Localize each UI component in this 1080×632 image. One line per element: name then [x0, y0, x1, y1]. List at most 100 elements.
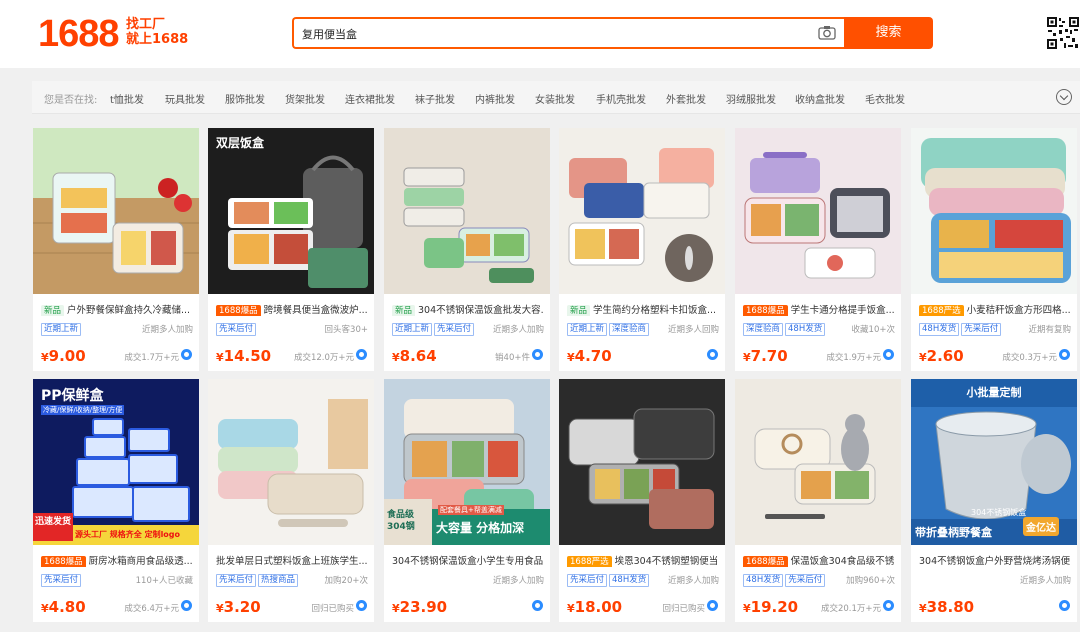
site-logo[interactable]: 1688	[38, 14, 120, 54]
product-card[interactable]: 新品 学生简约分格塑料卡扣饭盒... 近期上新 深度验商 近期多人回购 ¥4.70	[559, 128, 725, 371]
search-button[interactable]: 搜索	[844, 17, 933, 49]
product-title[interactable]: 304不锈钢保温饭盒小学生专用食品...	[392, 556, 544, 567]
product-card[interactable]: 1688爆品 保温饭盒304食品级不锈... 48H发货 先采后付 加购960+次 ¥…	[735, 379, 901, 622]
product-image[interactable]	[208, 379, 374, 545]
suggestion-item[interactable]: t恤批发	[110, 91, 144, 106]
product-card[interactable]: PP保鲜盒 冷藏/保鲜/收纳/整理/方便 迅速发货 源头工厂 规格齐全 定制lo…	[33, 379, 199, 622]
product-image[interactable]: 小批量定制 304不锈钢饭盒 带折叠柄野餐盒 金亿达	[911, 379, 1077, 545]
price-value: 9.00	[48, 347, 86, 365]
product-title-row[interactable]: 304不锈钢保温饭盒小学生专用食品...	[392, 553, 544, 567]
service-row: 先采后付 回头客30+	[216, 323, 368, 336]
search-input[interactable]: 复用便当盒	[292, 17, 844, 49]
product-card[interactable]: 批发单层日式塑料饭盒上班族学生... 先采后付 热搜商品 加购20+次 ¥3.20 …	[208, 379, 374, 622]
currency-symbol: ¥	[919, 351, 927, 364]
product-image[interactable]: 双层饭盒	[208, 128, 374, 294]
currency-symbol: ¥	[41, 351, 49, 364]
service-row: 48H发货 先采后付 加购960+次	[743, 574, 895, 587]
product-image[interactable]	[33, 128, 199, 294]
assistant-icon[interactable]	[883, 349, 894, 360]
suggestion-item[interactable]: 毛衣批发	[865, 91, 905, 106]
suggestion-item[interactable]: 羽绒服批发	[726, 91, 776, 106]
product-title-row[interactable]: 批发单层日式塑料饭盒上班族学生...	[216, 553, 368, 567]
suggestion-item[interactable]: 袜子批发	[415, 91, 455, 106]
product-image[interactable]	[559, 128, 725, 294]
product-title-row[interactable]: 新品 户外野餐保鲜盒持久冷藏储...	[41, 302, 193, 316]
product-title[interactable]: 小麦秸秆饭盒方形四格...	[967, 305, 1071, 316]
assistant-icon[interactable]	[356, 600, 367, 611]
camera-icon[interactable]	[818, 25, 836, 40]
product-badge: 1688严选	[567, 556, 612, 567]
product-title-row[interactable]: 新品 304不锈钢保温饭盒批发大容...	[392, 302, 544, 316]
product-badge: 1688爆品	[41, 556, 86, 567]
product-title-row[interactable]: 1688爆品 学生卡通分格提手饭盒...	[743, 302, 895, 316]
product-image[interactable]: PP保鲜盒 冷藏/保鲜/收纳/整理/方便 迅速发货 源头工厂 规格齐全 定制lo…	[33, 379, 199, 545]
slogan-line-1: 找工厂	[126, 17, 166, 32]
product-card[interactable]: 双层饭盒 1688爆品 跨境餐具便当盒微波炉... 先采后付 回头客30+ ¥14.…	[208, 128, 374, 371]
assistant-icon[interactable]	[532, 600, 543, 611]
sales-volume: 成交1.7万+元	[124, 353, 179, 363]
service-row: 先采后付 48H发货 近期多人加购	[567, 574, 719, 587]
price-value: 14.50	[223, 347, 272, 365]
product-card[interactable]: 新品 304不锈钢保温饭盒批发大容... 近期上新 先采后付 近期多人加购 ¥8.64…	[384, 128, 550, 371]
product-title-row[interactable]: 新品 学生简约分格塑料卡扣饭盒...	[567, 302, 719, 316]
image-subcaption: 冷藏/保鲜/收纳/整理/方便	[41, 405, 125, 415]
product-title[interactable]: 保温饭盒304食品级不锈...	[791, 556, 895, 567]
suggestion-item[interactable]: 内裤批发	[475, 91, 515, 106]
product-image[interactable]	[735, 128, 901, 294]
product-title[interactable]: 跨境餐具便当盒微波炉...	[264, 305, 368, 316]
product-title[interactable]: 户外野餐保鲜盒持久冷藏储...	[67, 305, 190, 316]
assistant-icon[interactable]	[1059, 600, 1070, 611]
chevron-down-icon[interactable]	[1056, 89, 1072, 105]
assistant-icon[interactable]	[356, 349, 367, 360]
product-card[interactable]: 1688严选 埃恩304不锈钢塑钢便当... 先采后付 48H发货 近期多人加购 ¥1…	[559, 379, 725, 622]
suggestion-item[interactable]: 收纳盒批发	[795, 91, 845, 106]
product-title-row[interactable]: 1688爆品 厨房冰箱商用食品级透...	[41, 553, 193, 567]
product-title-row[interactable]: 1688严选 小麦秸秆饭盒方形四格...	[919, 302, 1071, 316]
currency-symbol: ¥	[392, 602, 400, 615]
product-title-row[interactable]: 304不锈钢饭盒户外野营烧烤汤锅便...	[919, 553, 1071, 567]
product-price: ¥4.80	[41, 598, 86, 616]
service-tag: 深度验商	[743, 323, 784, 336]
product-image[interactable]	[911, 128, 1077, 294]
suggestion-item[interactable]: 女装批发	[535, 91, 575, 106]
product-title[interactable]: 304不锈钢饭盒户外野营烧烤汤锅便...	[919, 556, 1071, 567]
assistant-icon[interactable]	[181, 600, 192, 611]
product-title[interactable]: 埃恩304不锈钢塑钢便当...	[615, 556, 719, 567]
activity-note: 近期有复购	[1028, 325, 1071, 335]
qr-code-icon[interactable]	[1046, 16, 1080, 50]
product-card[interactable]: 食品级304钢 配套餐具+帮盖满减 大容量 分格加深 304不锈钢保温饭盒小学生…	[384, 379, 550, 622]
product-title-row[interactable]: 1688严选 埃恩304不锈钢塑钢便当...	[567, 553, 719, 567]
assistant-icon[interactable]	[883, 600, 894, 611]
product-image[interactable]	[735, 379, 901, 545]
assistant-icon[interactable]	[707, 349, 718, 360]
product-image[interactable]	[384, 128, 550, 294]
price-value: 19.20	[750, 598, 799, 616]
product-image[interactable]	[559, 379, 725, 545]
suggestion-item[interactable]: 连衣裙批发	[345, 91, 395, 106]
product-title[interactable]: 学生卡通分格提手饭盒...	[791, 305, 895, 316]
suggestion-item[interactable]: 手机壳批发	[596, 91, 646, 106]
suggestion-item[interactable]: 外套批发	[666, 91, 706, 106]
suggestion-item[interactable]: 货架批发	[285, 91, 325, 106]
product-badge: 1688爆品	[743, 556, 788, 567]
assistant-icon[interactable]	[1059, 349, 1070, 360]
product-card[interactable]: 1688严选 小麦秸秆饭盒方形四格... 48H发货 先采后付 近期有复购 ¥2.60…	[911, 128, 1077, 371]
search-query[interactable]: 复用便当盒	[302, 26, 357, 42]
product-title[interactable]: 304不锈钢保温饭盒批发大容...	[418, 305, 544, 316]
price-value: 38.80	[926, 598, 975, 616]
suggestion-item[interactable]: 玩具批发	[165, 91, 205, 106]
product-card[interactable]: 小批量定制 304不锈钢饭盒 带折叠柄野餐盒 金亿达 304不锈钢饭盒户外野营烧…	[911, 379, 1077, 622]
assistant-icon[interactable]	[532, 349, 543, 360]
product-price: ¥9.00	[41, 347, 86, 365]
product-card[interactable]: 1688爆品 学生卡通分格提手饭盒... 深度验商 48H发货 收藏10+次 ¥7.7…	[735, 128, 901, 371]
product-title-row[interactable]: 1688爆品 跨境餐具便当盒微波炉...	[216, 302, 368, 316]
product-card[interactable]: 新品 户外野餐保鲜盒持久冷藏储... 近期上新 近期多人加购 ¥9.00 成交1.7…	[33, 128, 199, 371]
assistant-icon[interactable]	[181, 349, 192, 360]
suggestion-item[interactable]: 服饰批发	[225, 91, 265, 106]
assistant-icon[interactable]	[707, 600, 718, 611]
product-title[interactable]: 厨房冰箱商用食品级透...	[89, 556, 193, 567]
product-title[interactable]: 学生简约分格塑料卡扣饭盒...	[593, 305, 716, 316]
product-title-row[interactable]: 1688爆品 保温饭盒304食品级不锈...	[743, 553, 895, 567]
product-image[interactable]: 食品级304钢 配套餐具+帮盖满减 大容量 分格加深	[384, 379, 550, 545]
product-title[interactable]: 批发单层日式塑料饭盒上班族学生...	[216, 556, 368, 567]
